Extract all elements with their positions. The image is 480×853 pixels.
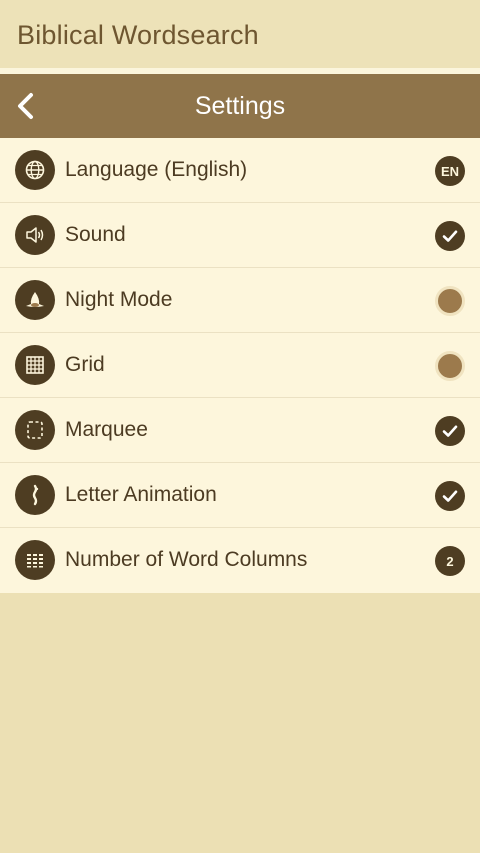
setting-row-grid[interactable]: Grid [0, 333, 480, 398]
app-bar: Biblical Wordsearch [0, 0, 480, 68]
setting-label: Marquee [65, 418, 148, 441]
globe-icon [15, 150, 55, 190]
setting-row-sound[interactable]: Sound [0, 203, 480, 268]
sound-toggle[interactable] [435, 221, 465, 251]
night-mode-toggle[interactable] [435, 286, 465, 316]
settings-header: Settings [0, 74, 480, 138]
marquee-icon [15, 410, 55, 450]
letter-animation-icon [15, 475, 55, 515]
settings-list: Language (English) EN Sound Night Mode G… [0, 138, 480, 593]
setting-label: Grid [65, 353, 105, 376]
grid-toggle[interactable] [435, 351, 465, 381]
language-badge[interactable]: EN [435, 156, 465, 186]
columns-icon [15, 540, 55, 580]
setting-label: Language (English) [65, 158, 248, 181]
word-columns-badge[interactable]: 2 [435, 546, 465, 576]
checkmark-icon [442, 230, 458, 242]
setting-row-word-columns[interactable]: Number of Word Columns 2 [0, 528, 480, 593]
checkmark-icon [442, 490, 458, 502]
setting-label: Number of Word Columns [65, 548, 308, 571]
setting-label: Night Mode [65, 288, 173, 311]
app-title: Biblical Wordsearch [17, 20, 259, 50]
night-mode-icon [15, 280, 55, 320]
setting-row-letter-animation[interactable]: Letter Animation [0, 463, 480, 528]
letter-animation-toggle[interactable] [435, 481, 465, 511]
setting-row-marquee[interactable]: Marquee [0, 398, 480, 463]
setting-row-language[interactable]: Language (English) EN [0, 138, 480, 203]
marquee-toggle[interactable] [435, 416, 465, 446]
setting-label: Letter Animation [65, 483, 217, 506]
speaker-icon [15, 215, 55, 255]
setting-row-night-mode[interactable]: Night Mode [0, 268, 480, 333]
grid-icon [15, 345, 55, 385]
page-title: Settings [194, 92, 286, 120]
checkmark-icon [442, 425, 458, 437]
setting-label: Sound [65, 223, 126, 246]
